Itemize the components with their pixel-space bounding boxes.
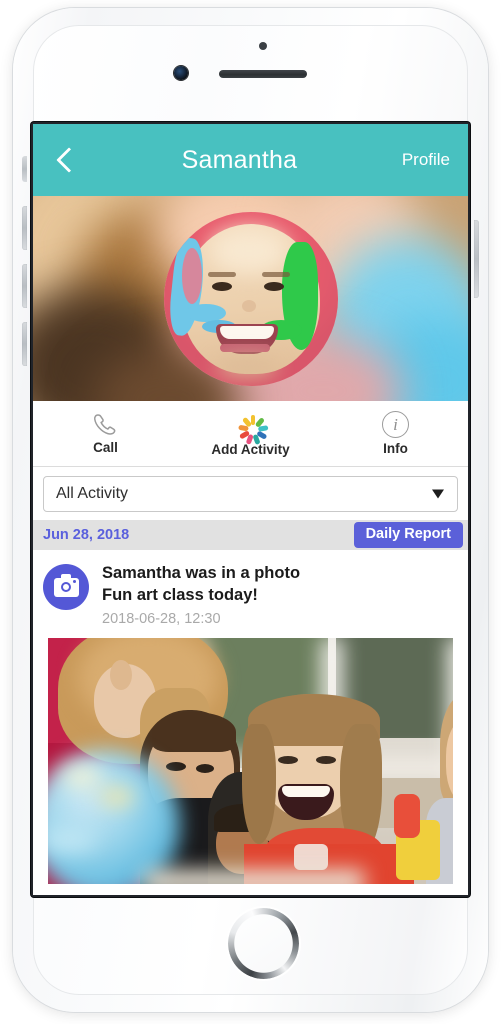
daily-report-button[interactable]: Daily Report <box>353 522 463 548</box>
app-header: Samantha Profile <box>33 124 468 196</box>
profile-link[interactable]: Profile <box>402 150 450 170</box>
volume-up-button[interactable] <box>22 206 27 250</box>
proximity-sensor-icon <box>259 42 267 50</box>
call-button[interactable]: Call <box>33 401 178 466</box>
feed-item-title: Samantha was in a photo <box>102 564 301 582</box>
volume-down-button[interactable] <box>22 264 27 308</box>
hero-photo <box>33 196 468 401</box>
volume-extra-button[interactable] <box>22 322 27 366</box>
feed-item-timestamp: 2018-06-28, 12:30 <box>102 610 221 627</box>
silent-switch[interactable] <box>22 156 27 182</box>
power-button[interactable] <box>474 220 479 298</box>
date-section-header: Jun 28, 2018 Daily Report <box>33 520 468 550</box>
page-title: Samantha <box>181 145 298 174</box>
add-activity-button[interactable]: Add Activity <box>178 401 323 466</box>
info-icon: i <box>382 411 409 438</box>
activity-filter-wrap: All Activity <box>33 467 468 520</box>
feed-item-subtitle: Fun art class today! <box>102 585 258 604</box>
avatar <box>163 211 338 386</box>
chevron-down-icon <box>432 489 444 499</box>
phone-mockup: Samantha Profile Call Add Activity i Inf… <box>0 0 501 1024</box>
feed-item-text: Samantha was in a photo Fun art class to… <box>102 562 300 627</box>
info-label: Info <box>383 441 408 456</box>
activity-feed: Samantha was in a photo Fun art class to… <box>33 550 468 884</box>
activity-filter-select[interactable]: All Activity <box>43 476 458 512</box>
action-bar: Call Add Activity i Info <box>33 401 468 467</box>
app-screen: Samantha Profile Call Add Activity i Inf… <box>33 124 468 895</box>
pinwheel-icon <box>237 411 268 445</box>
front-camera-icon <box>174 66 188 80</box>
home-button[interactable] <box>228 908 299 979</box>
earpiece-speaker-icon <box>219 70 307 78</box>
feed-item-photo[interactable] <box>48 637 453 884</box>
feed-item[interactable]: Samantha was in a photo Fun art class to… <box>43 562 458 627</box>
call-label: Call <box>93 439 118 455</box>
activity-filter-value: All Activity <box>56 485 129 502</box>
info-button[interactable]: i Info <box>323 401 468 466</box>
phone-icon <box>93 413 115 435</box>
camera-icon <box>43 564 89 610</box>
date-label: Jun 28, 2018 <box>43 527 130 543</box>
back-icon[interactable] <box>51 147 77 173</box>
